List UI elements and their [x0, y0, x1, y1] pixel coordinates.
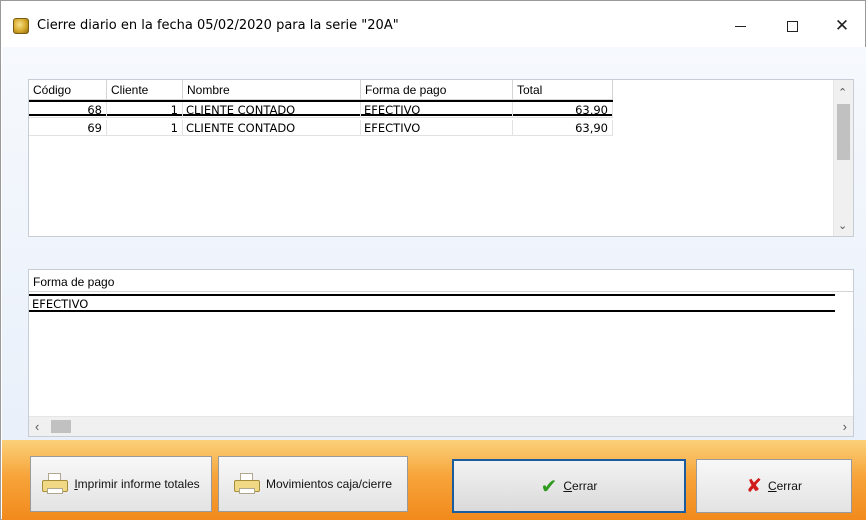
cell-forma-de-pago: EFECTIVO [361, 120, 513, 136]
tickets-grid-header: Código Cliente Nombre Forma de pago Tota… [29, 80, 613, 100]
dialog-window: Cierre diario en la fecha 05/02/2020 par… [0, 0, 866, 520]
column-header-forma-de-pago[interactable]: Forma de pago [361, 80, 513, 100]
column-header-nombre[interactable]: Nombre [183, 80, 361, 100]
app-icon [13, 18, 29, 34]
close-confirm-button[interactable]: ✔ Cerrar [452, 459, 686, 513]
cell-total: 63,90 [513, 120, 613, 136]
horizontal-scrollbar[interactable]: ‹ › [29, 416, 853, 436]
cell-cliente: 1 [107, 120, 183, 136]
cell-codigo: 69 [29, 120, 107, 136]
close-icon: ✕ [834, 15, 850, 36]
title-bar[interactable]: Cierre diario en la fecha 05/02/2020 par… [1, 1, 865, 47]
minimize-icon [734, 25, 746, 27]
cell-codigo: 68 [29, 102, 107, 118]
window-title: Cierre diario en la fecha 05/02/2020 par… [37, 18, 399, 33]
scrollbar-thumb[interactable] [51, 420, 71, 433]
table-row[interactable]: EFECTIVO [29, 294, 835, 312]
print-totals-label: Imprimir informe totales [74, 477, 200, 491]
scroll-left-icon[interactable]: ‹ [35, 419, 39, 434]
check-icon: ✔ [540, 474, 558, 498]
maximize-button[interactable] [769, 11, 815, 41]
scroll-up-icon[interactable]: ⌃ [838, 86, 847, 99]
column-header-cliente[interactable]: Cliente [107, 80, 183, 100]
cell-cliente: 1 [107, 102, 183, 118]
cash-movements-label: Movimientos caja/cierre [265, 477, 393, 491]
printer-icon [233, 473, 260, 495]
close-button[interactable]: ✕ [819, 11, 865, 41]
cell-nombre: CLIENTE CONTADO [183, 102, 361, 118]
close-cancel-label: Cerrar [767, 479, 802, 493]
x-icon: ✘ [746, 474, 762, 497]
column-header-codigo[interactable]: Código [29, 80, 107, 100]
close-confirm-label: Cerrar [563, 479, 598, 493]
column-header-forma-de-pago[interactable]: Forma de pago [29, 270, 853, 292]
button-bar: Imprimir informe totales Movimientos caj… [2, 440, 866, 520]
cell-total: 63,90 [513, 102, 613, 118]
printer-icon [42, 473, 69, 495]
tickets-grid[interactable]: Código Cliente Nombre Forma de pago Tota… [28, 79, 854, 237]
scroll-down-icon[interactable]: ⌄ [838, 219, 847, 232]
vertical-scrollbar[interactable]: ⌃ ⌄ [833, 80, 853, 236]
table-row[interactable]: 69 1 CLIENTE CONTADO EFECTIVO 63,90 [29, 120, 613, 136]
dialog-body: Código Cliente Nombre Forma de pago Tota… [2, 47, 866, 440]
scroll-right-icon[interactable]: › [843, 419, 847, 434]
column-header-total[interactable]: Total [513, 80, 613, 100]
cell-forma-de-pago: EFECTIVO [361, 102, 513, 118]
cash-movements-button[interactable]: Movimientos caja/cierre [218, 456, 408, 512]
scrollbar-thumb[interactable] [837, 104, 850, 160]
close-cancel-button[interactable]: ✘ Cerrar [696, 459, 852, 513]
table-row[interactable]: 68 1 CLIENTE CONTADO EFECTIVO 63,90 [29, 100, 613, 118]
print-totals-button[interactable]: Imprimir informe totales [30, 456, 212, 512]
maximize-icon [786, 20, 798, 32]
payment-methods-grid[interactable]: Forma de pago EFECTIVO ‹ › [28, 269, 854, 437]
minimize-button[interactable] [717, 11, 763, 41]
cell-nombre: CLIENTE CONTADO [183, 120, 361, 136]
